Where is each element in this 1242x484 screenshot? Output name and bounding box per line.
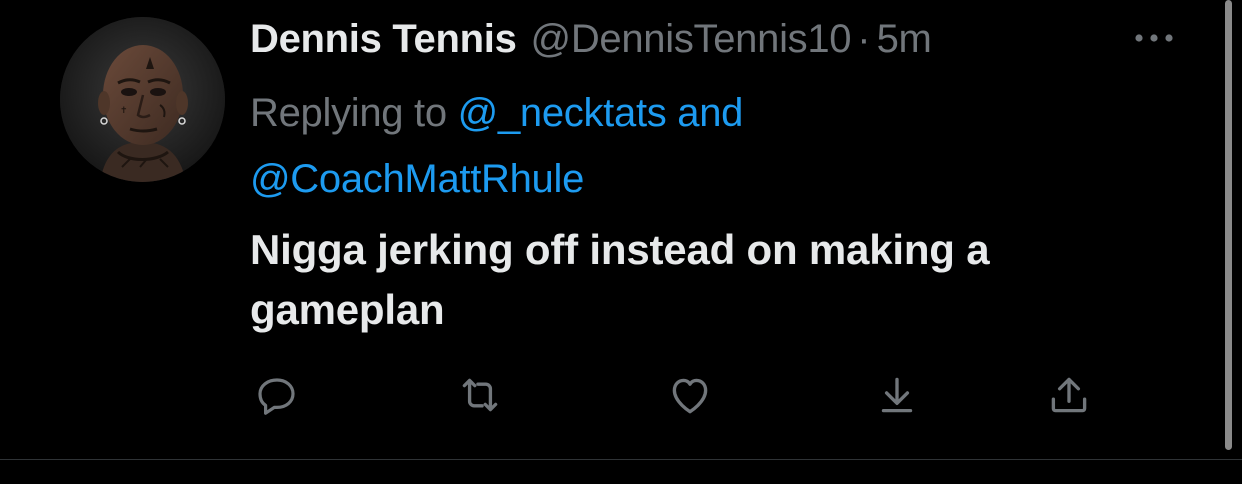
separator-dot: · <box>857 17 871 61</box>
tweet-actions <box>252 370 1112 420</box>
heart-icon <box>672 378 708 414</box>
display-name[interactable]: Dennis Tennis <box>250 14 517 64</box>
share-icon <box>1051 377 1087 413</box>
mention-link[interactable]: @_necktats <box>458 91 667 135</box>
share-button[interactable] <box>1044 370 1094 420</box>
download-icon <box>881 377 913 413</box>
retweet-icon <box>462 378 498 412</box>
tweet-header: Dennis Tennis @DennisTennis10 · 5m <box>250 14 932 64</box>
reply-icon <box>258 378 295 415</box>
retweet-button[interactable] <box>455 370 505 420</box>
more-horizontal-icon <box>1135 34 1173 42</box>
svg-text:✝: ✝ <box>120 106 128 116</box>
avatar[interactable]: ✝ <box>60 17 225 182</box>
divider <box>0 459 1242 460</box>
mention-joiner[interactable]: and <box>666 91 743 135</box>
timestamp[interactable]: 5m <box>877 14 932 64</box>
download-button[interactable] <box>872 370 922 420</box>
reply-button[interactable] <box>252 370 302 420</box>
like-button[interactable] <box>665 370 715 420</box>
more-options-button[interactable] <box>1130 24 1178 52</box>
tweet-card[interactable]: ✝ Dennis Tennis @DennisTennis10 · 5m Rep… <box>0 0 1242 458</box>
replying-to: Replying to @_necktats and @CoachMattRhu… <box>250 80 1150 212</box>
tweet-text: Nigga jerking off instead on making a ga… <box>250 226 990 333</box>
replying-to-label: Replying to <box>250 91 458 135</box>
scrollbar[interactable] <box>1225 0 1232 450</box>
user-handle[interactable]: @DennisTennis10 <box>531 14 852 64</box>
mention-link[interactable]: @CoachMattRhule <box>250 157 584 201</box>
